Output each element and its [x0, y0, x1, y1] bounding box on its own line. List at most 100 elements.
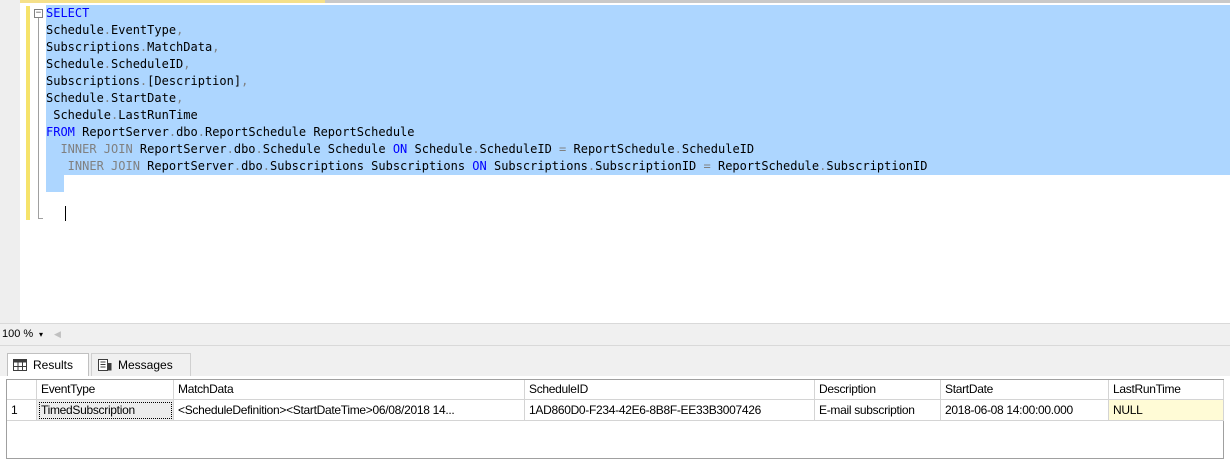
selection-highlight [46, 22, 1230, 39]
zoom-bar: 100 % ▾ ◀ [0, 323, 1230, 346]
code-token: EventType [111, 23, 177, 37]
code-line[interactable]: Schedule.LastRunTime [46, 107, 198, 124]
code-line[interactable] [46, 175, 53, 192]
code-token: , [183, 57, 191, 71]
text-caret [65, 206, 66, 221]
results-pane: EventType MatchData ScheduleID Description S… [0, 376, 1230, 463]
code-token: , [176, 91, 184, 105]
code-token: ReportSchedule [566, 142, 675, 156]
code-token: INNER JOIN [46, 159, 140, 173]
tab-results-label: Results [33, 358, 74, 372]
code-token: . [197, 125, 205, 139]
table-cell[interactable]: TimedSubscription [37, 400, 174, 421]
selection-highlight [46, 39, 1230, 56]
code-token: , [212, 40, 220, 54]
code-token: [Description] [147, 74, 242, 88]
row-number[interactable]: 1 [7, 400, 37, 421]
code-token: Subscriptions Subscriptions [270, 159, 473, 173]
code-token: Subscriptions [46, 40, 140, 54]
code-token: ReportServer [139, 159, 234, 173]
zoom-level[interactable]: 100 % [2, 328, 33, 340]
code-token: SELECT [46, 6, 90, 20]
code-token: Subscriptions [486, 159, 588, 173]
tab-results[interactable]: Results [7, 353, 89, 376]
tab-messages[interactable]: Messages [91, 353, 191, 376]
code-token: = [703, 159, 711, 173]
tab-strip-active-edge [0, 0, 325, 3]
code-token: . [103, 91, 112, 105]
chevron-down-icon[interactable]: ▾ [36, 329, 46, 340]
table-cell[interactable]: NULL [1109, 400, 1224, 421]
code-token: ReportSchedule ReportSchedule [204, 125, 415, 139]
code-token: MatchData [147, 40, 213, 54]
scroll-left-icon[interactable]: ◀ [54, 329, 61, 340]
code-token: SubscriptionID [826, 159, 928, 173]
selection-highlight [46, 107, 1230, 124]
code-token: Schedule [46, 108, 112, 122]
code-token: . [168, 125, 177, 139]
grid-corner[interactable] [7, 380, 37, 400]
collapse-region-icon[interactable]: − [34, 9, 43, 18]
code-token: . [103, 57, 112, 71]
code-token: . [262, 159, 270, 173]
code-token: StartDate [111, 91, 177, 105]
code-token: ReportServer [74, 125, 169, 139]
change-tracking-bar [26, 6, 30, 220]
code-token: ReportServer [132, 142, 227, 156]
code-token: Schedule [407, 142, 473, 156]
table-cell[interactable]: 2018-06-08 14:00:00.000 [941, 400, 1109, 421]
code-line[interactable]: Subscriptions.[Description], [46, 73, 248, 90]
code-token: ScheduleID [479, 142, 560, 156]
query-editor[interactable]: − SELECT Schedule.EventType, Subscriptions… [0, 0, 1230, 323]
editor-margin [0, 0, 20, 323]
code-token: Subscriptions [46, 74, 140, 88]
code-token: ReportSchedule [710, 159, 820, 173]
code-token: ON [472, 159, 487, 173]
table-cell[interactable]: 1AD860D0-F234-42E6-8B8F-EE33B3007426 [525, 400, 815, 421]
table-cell[interactable]: E-mail subscription [815, 400, 941, 421]
column-header[interactable]: StartDate [941, 380, 1109, 400]
code-line[interactable]: INNER JOIN ReportServer.dbo.Schedule Sch… [46, 141, 754, 158]
code-token: ON [392, 142, 408, 156]
code-token: ScheduleID [111, 57, 184, 71]
code-token: SubscriptionID [595, 159, 704, 173]
results-grid[interactable]: EventType MatchData ScheduleID Description S… [6, 379, 1224, 459]
code-token: . [226, 142, 234, 156]
column-header[interactable]: MatchData [174, 380, 525, 400]
column-header[interactable]: LastRunTime [1109, 380, 1224, 400]
code-token: . [233, 159, 242, 173]
column-header[interactable]: EventType [37, 380, 174, 400]
tab-messages-label: Messages [118, 358, 173, 372]
code-token: Schedule [46, 91, 104, 105]
selection-highlight [46, 56, 1230, 73]
code-line[interactable]: Subscriptions.MatchData, [46, 39, 219, 56]
code-token: Schedule [46, 23, 104, 37]
code-token: ScheduleID [681, 142, 755, 156]
code-token: FROM [46, 125, 75, 139]
tab-strip-edge [325, 0, 1230, 3]
code-token: INNER JOIN [46, 142, 133, 156]
code-token: . [674, 142, 682, 156]
code-token: Schedule Schedule [262, 142, 393, 156]
code-token: dbo [241, 159, 263, 173]
code-line[interactable]: FROM ReportServer.dbo.ReportSchedule Rep… [46, 124, 415, 141]
code-line[interactable]: Schedule.ScheduleID, [46, 56, 191, 73]
grid-icon [13, 359, 27, 371]
horizontal-scrollbar[interactable] [66, 328, 1226, 342]
column-header[interactable]: ScheduleID [525, 380, 815, 400]
code-token: dbo [176, 125, 198, 139]
code-token: . [255, 142, 263, 156]
column-header[interactable]: Description [815, 380, 941, 400]
selection-highlight [46, 90, 1230, 107]
code-line[interactable]: Schedule.StartDate, [46, 90, 183, 107]
code-token: . [472, 142, 480, 156]
code-line[interactable]: SELECT [46, 5, 89, 22]
code-token: dbo [233, 142, 256, 156]
results-tabs: Results Messages [0, 346, 1230, 376]
table-cell[interactable]: <ScheduleDefinition><StartDateTime>06/08… [174, 400, 525, 421]
code-line[interactable]: Schedule.EventType, [46, 22, 183, 39]
code-token: . [103, 23, 112, 37]
code-line[interactable]: INNER JOIN ReportServer.dbo.Subscription… [46, 158, 928, 175]
code-token: LastRunTime [118, 108, 198, 122]
